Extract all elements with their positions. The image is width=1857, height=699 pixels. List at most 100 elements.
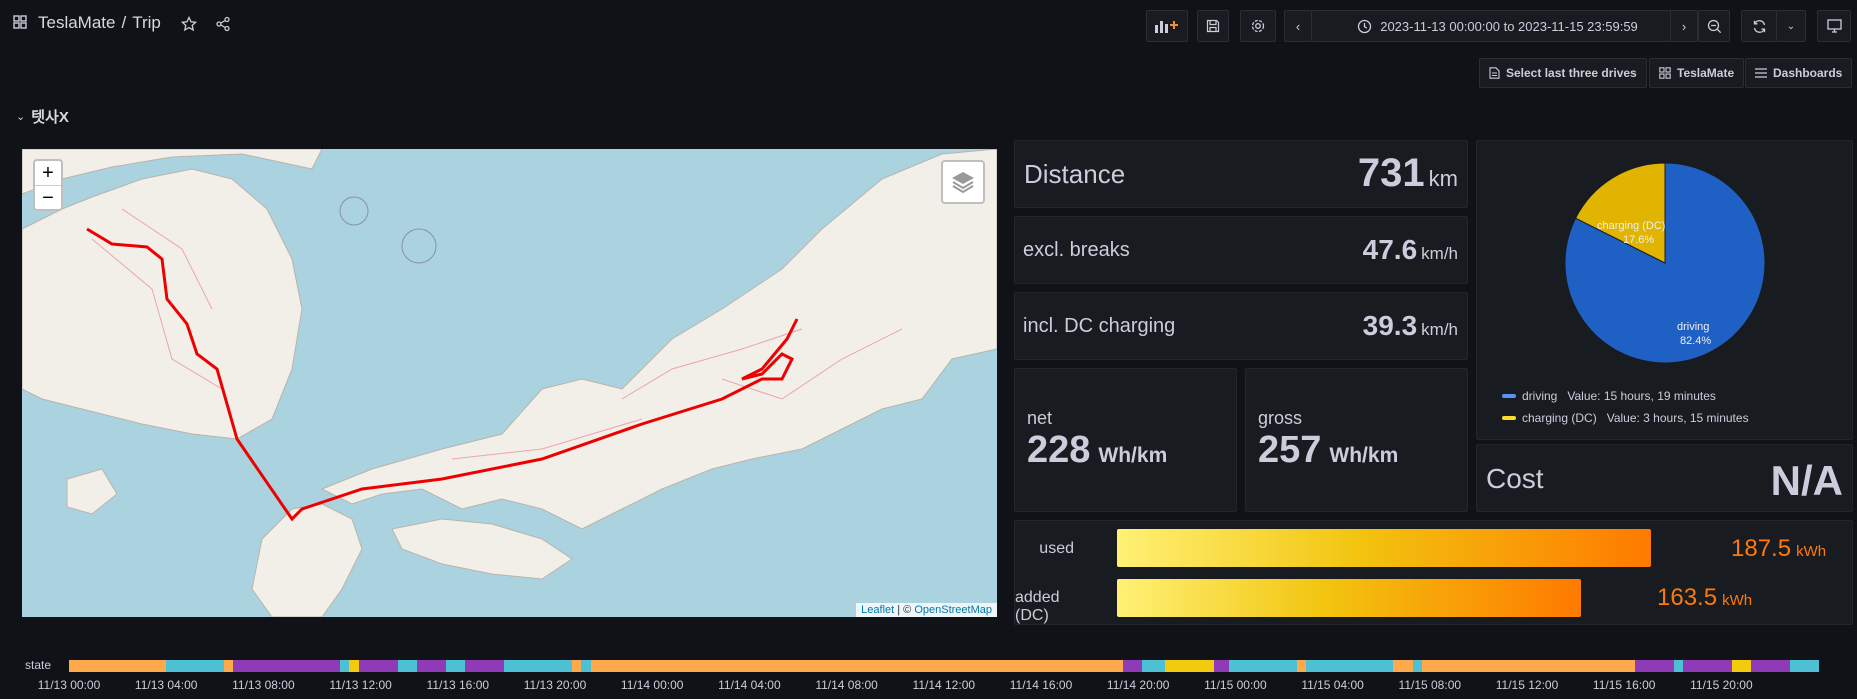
incl-dc-panel: incl. DC charging 39.3 km/h bbox=[1014, 292, 1468, 360]
timeline-tick: 11/13 12:00 bbox=[329, 678, 392, 692]
timeline-tick: 11/13 08:00 bbox=[232, 678, 295, 692]
incl-dc-number: 39.3 bbox=[1362, 310, 1418, 341]
timeline-segment-asleep[interactable] bbox=[503, 660, 572, 672]
timeline-segment-asleep[interactable] bbox=[397, 660, 417, 672]
timeline-segment-online[interactable] bbox=[223, 660, 234, 672]
timeline-segment-asleep[interactable] bbox=[1412, 660, 1423, 672]
timeline-segment-driving[interactable] bbox=[465, 660, 504, 672]
breadcrumb-separator: / bbox=[121, 13, 127, 32]
legend-name-charging: charging (DC) bbox=[1522, 411, 1597, 425]
timeline-segment-driving[interactable] bbox=[233, 660, 340, 672]
timeline-segment-asleep[interactable] bbox=[1673, 660, 1684, 672]
timeline-segment-driving[interactable] bbox=[1122, 660, 1143, 672]
cost-panel: Cost N/A bbox=[1476, 444, 1853, 512]
legend-item-driving[interactable]: driving Value: 15 hours, 19 minutes bbox=[1502, 389, 1716, 403]
timeline-segment-driving[interactable] bbox=[1635, 660, 1674, 672]
used-label: used bbox=[1039, 540, 1074, 557]
teslamate-link[interactable]: TeslaMate bbox=[1649, 58, 1745, 88]
net-value: 228 Wh/km bbox=[1027, 429, 1167, 472]
timeline-segment-online[interactable] bbox=[1422, 660, 1636, 672]
incl-dc-value: 39.3 km/h bbox=[1363, 310, 1458, 342]
time-picker-button[interactable]: 2023-11-13 00:00:00 to 2023-11-15 23:59:… bbox=[1311, 10, 1684, 42]
legend-value-charging: Value: 3 hours, 15 minutes bbox=[1606, 411, 1749, 425]
map-attribution: Leaflet | © OpenStreetMap bbox=[856, 603, 997, 617]
timeline-segment-driving[interactable] bbox=[1751, 660, 1790, 672]
gross-panel: gross 257 Wh/km bbox=[1245, 368, 1468, 512]
pie-label-charging: charging (DC) bbox=[1597, 220, 1666, 232]
timeline-segment-asleep[interactable] bbox=[339, 660, 350, 672]
timeline-segment-driving[interactable] bbox=[416, 660, 446, 672]
osm-link[interactable]: OpenStreetMap bbox=[914, 604, 992, 616]
timeline-segment-asleep[interactable] bbox=[1789, 660, 1819, 672]
incl-dc-label: incl. DC charging bbox=[1023, 315, 1176, 337]
timeline-segment-asleep[interactable] bbox=[445, 660, 466, 672]
net-number: 228 bbox=[1027, 429, 1091, 471]
duration-pie-chart bbox=[1564, 162, 1766, 364]
used-unit: kWh bbox=[1796, 543, 1827, 560]
tv-mode-button[interactable] bbox=[1817, 10, 1851, 42]
used-bar bbox=[1117, 529, 1651, 567]
distance-value: 731 km bbox=[1358, 151, 1458, 196]
excl-breaks-panel: excl. breaks 47.6 km/h bbox=[1014, 216, 1468, 284]
timeline-tick: 11/15 00:00 bbox=[1204, 678, 1267, 692]
settings-button[interactable] bbox=[1240, 10, 1276, 42]
timeline-segment-online[interactable] bbox=[69, 660, 166, 672]
timeline-segment-online[interactable] bbox=[590, 660, 1123, 672]
add-panel-button[interactable] bbox=[1146, 10, 1188, 42]
select-last-drives-link[interactable]: Select last three drives bbox=[1479, 58, 1647, 88]
net-panel: net 228 Wh/km bbox=[1014, 368, 1237, 512]
star-icon[interactable] bbox=[180, 15, 198, 37]
timeline-tick: 11/15 08:00 bbox=[1398, 678, 1462, 692]
timeline-segment-driving[interactable] bbox=[1683, 660, 1732, 672]
refresh-interval-dropdown[interactable]: ⌄ bbox=[1776, 10, 1806, 42]
pie-percent-driving: 82.4% bbox=[1680, 335, 1712, 347]
map-tiles[interactable] bbox=[22, 149, 997, 617]
timeline-segment-asleep[interactable] bbox=[1142, 660, 1166, 672]
zoom-control: + − bbox=[33, 159, 63, 211]
cost-value: N/A bbox=[1770, 457, 1843, 504]
legend-item-charging[interactable]: charging (DC) Value: 3 hours, 15 minutes bbox=[1502, 411, 1749, 425]
timeline-segment-asleep[interactable] bbox=[1306, 660, 1394, 672]
timeline-segment-asleep[interactable] bbox=[1229, 660, 1297, 672]
legend-swatch-driving bbox=[1502, 394, 1516, 398]
zoom-in-button[interactable]: + bbox=[35, 161, 61, 186]
menu-icon bbox=[1755, 68, 1767, 78]
excl-breaks-label: excl. breaks bbox=[1023, 239, 1130, 261]
breadcrumb-page[interactable]: Trip bbox=[132, 13, 161, 33]
apps-icon[interactable] bbox=[13, 15, 27, 29]
refresh-button[interactable] bbox=[1741, 10, 1777, 42]
timeline-segment-charging[interactable] bbox=[1165, 660, 1214, 672]
row-toggle[interactable]: ⌄ 텟사X bbox=[16, 106, 69, 127]
timeline-segment-driving[interactable] bbox=[1213, 660, 1230, 672]
clock-icon bbox=[1358, 19, 1372, 33]
time-back-button[interactable]: ‹ bbox=[1284, 10, 1312, 42]
timeline-segment-online[interactable] bbox=[1393, 660, 1413, 672]
timeline-tick: 11/15 04:00 bbox=[1301, 678, 1364, 692]
timeline-segment-online[interactable] bbox=[1296, 660, 1307, 672]
net-label: net bbox=[1027, 408, 1053, 428]
timeline-segment-asleep[interactable] bbox=[581, 660, 591, 672]
zoom-out-time-button[interactable] bbox=[1698, 10, 1730, 42]
state-timeline[interactable] bbox=[69, 660, 1819, 672]
gross-unit: Wh/km bbox=[1329, 444, 1399, 467]
timeline-segment-asleep[interactable] bbox=[165, 660, 224, 672]
time-forward-button[interactable]: › bbox=[1670, 10, 1698, 42]
timeline-segment-driving[interactable] bbox=[358, 660, 398, 672]
layers-button[interactable] bbox=[941, 160, 985, 204]
zoom-out-button[interactable]: − bbox=[35, 186, 61, 211]
excl-breaks-number: 47.6 bbox=[1362, 234, 1418, 265]
save-button[interactable] bbox=[1197, 10, 1229, 42]
timeline-segment-charging[interactable] bbox=[1731, 660, 1752, 672]
share-icon[interactable] bbox=[215, 16, 231, 37]
dashboards-link[interactable]: Dashboards bbox=[1745, 58, 1853, 88]
trip-map[interactable]: + − Leaflet | © OpenStreetMap bbox=[22, 149, 997, 617]
monitor-icon bbox=[1826, 19, 1842, 33]
timeline-segment-charging[interactable] bbox=[349, 660, 359, 672]
dashboards-link-label: Dashboards bbox=[1773, 66, 1843, 80]
chevron-down-icon: ⌄ bbox=[16, 111, 26, 123]
save-icon bbox=[1206, 19, 1220, 33]
leaflet-link[interactable]: Leaflet bbox=[861, 604, 894, 616]
timeline-segment-online[interactable] bbox=[571, 660, 582, 672]
breadcrumb-app[interactable]: TeslaMate bbox=[38, 13, 115, 33]
refresh-icon bbox=[1753, 19, 1765, 33]
